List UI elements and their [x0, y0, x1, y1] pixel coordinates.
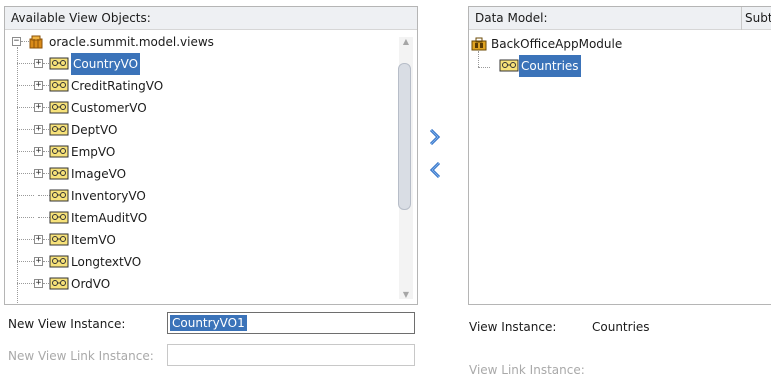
view-object-icon [49, 145, 69, 158]
available-view-objects-tree[interactable]: − oracle.summit.model.views + CountryVO + C… [5, 31, 395, 304]
tree-item-row[interactable]: + DeptVO [5, 119, 395, 141]
tree-item-row[interactable]: + CreditRatingVO [5, 75, 395, 97]
chevron-right-icon [429, 128, 441, 146]
tree-item-row[interactable]: + ItemVO [5, 229, 395, 251]
view-instance-label: View Instance: [469, 320, 557, 334]
tree-item-row[interactable]: + CountryVO [5, 53, 395, 75]
subtype-column-header[interactable]: Subt [745, 7, 771, 30]
view-object-icon [49, 79, 69, 92]
application-module-icon [471, 37, 487, 51]
add-to-data-model-button[interactable] [427, 128, 443, 146]
scrollbar-thumb[interactable] [398, 63, 411, 210]
tree-item-row[interactable]: + LongtextVO [5, 251, 395, 273]
available-view-objects-panel: Available View Objects: − oracle.summit.… [4, 6, 418, 305]
package-icon [29, 35, 43, 49]
tree-item-row[interactable]: + CustomerVO [5, 97, 395, 119]
expand-icon[interactable]: + [34, 257, 43, 266]
data-model-child-label: Countries [519, 55, 581, 77]
tree-item-label: CountryVO [71, 53, 141, 75]
tree-item-label: DeptVO [71, 123, 118, 137]
expand-icon[interactable]: + [34, 169, 43, 178]
tree-item-label: LongtextVO [71, 255, 142, 269]
view-object-icon [499, 59, 519, 72]
tree-item-row[interactable]: ItemAuditVO [5, 207, 395, 229]
data-model-header: Data Model: [469, 7, 771, 30]
expand-icon[interactable]: + [34, 147, 43, 156]
new-view-instance-value: CountryVO1 [170, 315, 247, 331]
collapse-icon[interactable]: − [12, 37, 21, 46]
expand-icon[interactable]: + [34, 235, 43, 244]
tree-item-row[interactable]: + ImageVO [5, 163, 395, 185]
view-object-icon [49, 101, 69, 114]
new-view-link-instance-label: New View Link Instance: [8, 349, 154, 363]
view-link-instance-label: View Link Instance: [469, 363, 585, 377]
new-view-instance-input[interactable]: CountryVO1 [167, 312, 415, 334]
expand-icon[interactable]: + [34, 103, 43, 112]
tree-item-label: ItemVO [71, 233, 116, 247]
tree-item-row[interactable]: InventoryVO [5, 185, 395, 207]
tree-item-label: OrdVO [71, 277, 111, 291]
tree-item-label: EmpVO [71, 145, 116, 159]
view-object-icon [49, 123, 69, 136]
view-object-icon [49, 255, 69, 268]
view-object-icon [49, 277, 69, 290]
data-model-header-label: Data Model: [475, 11, 548, 25]
new-view-instance-label: New View Instance: [8, 317, 126, 331]
expand-icon[interactable]: + [34, 279, 43, 288]
chevron-left-icon [429, 161, 441, 179]
scroll-up-icon[interactable]: ▲ [401, 37, 411, 46]
expand-icon[interactable]: + [34, 125, 43, 134]
view-object-icon [49, 211, 69, 224]
tree-item-label: CreditRatingVO [71, 79, 164, 93]
scroll-down-icon[interactable]: ▼ [401, 290, 411, 299]
tree-item-row[interactable]: + OrdVO [5, 273, 395, 295]
tree-root-label: oracle.summit.model.views [49, 35, 214, 49]
expand-icon[interactable]: + [34, 59, 43, 68]
new-view-link-instance-value [170, 347, 174, 363]
tree-item-label: CustomerVO [71, 101, 147, 115]
view-object-icon [49, 167, 69, 180]
data-model-panel: Data Model: Subt BackOfficeAppModule Cou… [468, 6, 771, 305]
tree-item-label: ItemAuditVO [71, 211, 148, 225]
view-object-icon [49, 57, 69, 70]
tree-item-label: InventoryVO [71, 189, 146, 203]
remove-from-data-model-button[interactable] [427, 161, 443, 179]
tree-item-label: ImageVO [71, 167, 127, 181]
view-instance-value: Countries [592, 320, 650, 334]
view-object-icon [49, 233, 69, 246]
data-model-root-label: BackOfficeAppModule [491, 37, 623, 51]
tree-item-row[interactable]: + EmpVO [5, 141, 395, 163]
new-view-link-instance-input[interactable] [167, 344, 415, 366]
view-object-icon [49, 189, 69, 202]
available-view-objects-header: Available View Objects: [5, 7, 417, 30]
expand-icon[interactable]: + [34, 81, 43, 90]
